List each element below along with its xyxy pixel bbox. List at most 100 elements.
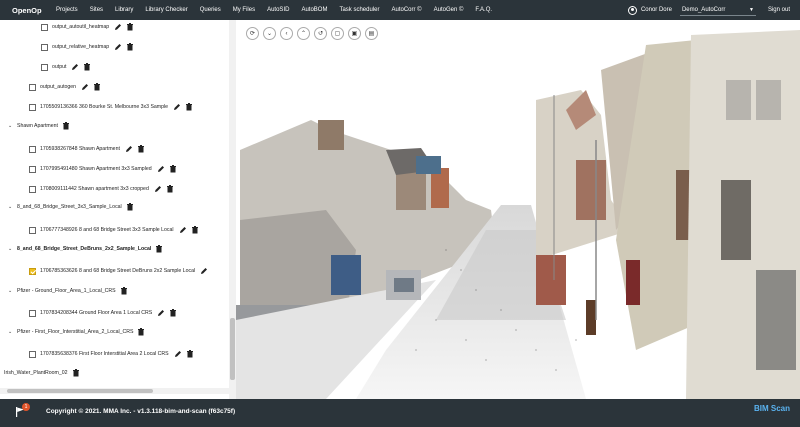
trash-icon[interactable]: [137, 145, 145, 153]
edit-icon[interactable]: [114, 23, 122, 31]
layers-icon[interactable]: ▣: [348, 27, 361, 40]
tree-group[interactable]: ⌄ 8_and_68_Bridge_Street_3x3_Sample_Loca…: [8, 202, 134, 212]
tree-item[interactable]: output: [41, 62, 91, 72]
caret-down-icon: ▼: [749, 6, 754, 13]
nav-my-files[interactable]: My Files: [233, 7, 255, 13]
checkbox[interactable]: [41, 63, 48, 71]
footer: 1 Copyright © 2021. MMA Inc. - v1.3.118-…: [0, 399, 800, 427]
checkbox[interactable]: [29, 350, 36, 358]
tree-group[interactable]: ⌄ Shawn Apartment: [8, 121, 70, 131]
tree-group-label: 8_and_68_Bridge_Street_DeBruns_2x2_Sampl…: [17, 246, 152, 252]
chevron-down-icon[interactable]: ⌄: [8, 329, 14, 335]
checkbox[interactable]: [29, 83, 36, 91]
square-icon[interactable]: ▢: [331, 27, 344, 40]
edit-icon[interactable]: [200, 267, 208, 275]
nav-sites[interactable]: Sites: [90, 7, 103, 13]
tree-item[interactable]: output_autogen: [29, 82, 101, 92]
tree-item[interactable]: 1705938267848 Shawn Apartment: [29, 144, 145, 154]
edit-icon[interactable]: [81, 83, 89, 91]
tree-item[interactable]: 1705509136366 360 Bourke St. Melbourne 3…: [29, 102, 193, 112]
edit-icon[interactable]: [174, 350, 182, 358]
tree-item[interactable]: 1707834208344 Ground Floor Area 1 Local …: [29, 308, 177, 318]
nav-library[interactable]: Library: [115, 7, 133, 13]
edit-icon[interactable]: [173, 103, 181, 111]
trash-icon[interactable]: [126, 203, 134, 211]
tree-group-label: Pfizer - First_Floor_Interstitial_Area_2…: [17, 329, 134, 335]
nav-faq[interactable]: F.A.Q.: [475, 7, 492, 13]
edit-icon[interactable]: [154, 185, 162, 193]
tree-item[interactable]: 1707995491480 Shawn Apartment 3x3 Sample…: [29, 164, 177, 174]
trash-icon[interactable]: [120, 287, 128, 295]
chevron-down-icon[interactable]: ⌄: [8, 123, 14, 129]
trash-icon[interactable]: [72, 369, 80, 377]
reset-view-icon[interactable]: ⟳: [246, 27, 259, 40]
trash-icon[interactable]: [191, 226, 199, 234]
tree-item[interactable]: output_relative_heatmap: [41, 42, 134, 52]
checkbox[interactable]: [29, 185, 36, 193]
nav-library-checker[interactable]: Library Checker: [145, 7, 187, 13]
tree-item[interactable]: 1706777348926 8 and 68 Bridge Street 3x3…: [29, 225, 199, 235]
chevron-down-icon[interactable]: ⌄: [8, 246, 14, 252]
chevron-up-icon[interactable]: ⌃: [297, 27, 310, 40]
trash-icon[interactable]: [62, 122, 70, 130]
nav-task-scheduler[interactable]: Task scheduler: [339, 7, 379, 13]
edit-icon[interactable]: [157, 309, 165, 317]
checkbox[interactable]: [29, 145, 36, 153]
checkbox[interactable]: [29, 226, 36, 234]
trash-icon[interactable]: [166, 185, 174, 193]
notification-badge: 1: [22, 403, 30, 411]
tree-item-selected[interactable]: 1706785363626 8 and 68 Bridge Street DeB…: [29, 266, 208, 276]
trash-icon[interactable]: [186, 350, 194, 358]
signout-link[interactable]: Sign out: [768, 7, 790, 13]
trash-icon[interactable]: [169, 309, 177, 317]
trash-icon[interactable]: [93, 83, 101, 91]
history-icon[interactable]: ↺: [314, 27, 327, 40]
trash-icon[interactable]: [126, 23, 134, 31]
checkbox-checked[interactable]: [29, 267, 36, 275]
edit-icon[interactable]: [71, 63, 79, 71]
tree-item-label: 1707834208344 Ground Floor Area 1 Local …: [40, 310, 153, 316]
edit-icon[interactable]: [179, 226, 187, 234]
scroll-thumb[interactable]: [7, 389, 153, 393]
tree-item-label: output_autogen: [40, 84, 77, 90]
trash-icon[interactable]: [169, 165, 177, 173]
checkbox[interactable]: [41, 43, 48, 51]
trash-icon[interactable]: [137, 328, 145, 336]
checkbox[interactable]: [41, 23, 48, 31]
point-cloud-viewer[interactable]: ⟳ ⌄ ‹ ⌃ ↺ ▢ ▣ ▤: [236, 20, 800, 399]
checkbox[interactable]: [29, 309, 36, 317]
tree-item[interactable]: 1707835638376 First Floor Interstitial A…: [29, 349, 194, 359]
edit-icon[interactable]: [125, 145, 133, 153]
checkbox[interactable]: [29, 103, 36, 111]
trash-icon[interactable]: [155, 245, 163, 253]
trash-icon[interactable]: [83, 63, 91, 71]
tree-group[interactable]: ⌄ 8_and_68_Bridge_Street_DeBruns_2x2_Sam…: [8, 244, 163, 254]
nav-autogen[interactable]: AutoGen ©: [434, 7, 464, 13]
vertical-scrollbar[interactable]: [229, 20, 236, 399]
nav-queries[interactable]: Queries: [200, 7, 221, 13]
map-icon[interactable]: ▤: [365, 27, 378, 40]
chevron-down-icon[interactable]: ⌄: [8, 204, 14, 210]
tree-group[interactable]: ⌄ Pfizer - First_Floor_Interstitial_Area…: [8, 327, 145, 337]
horizontal-scrollbar[interactable]: [0, 388, 229, 394]
edit-icon[interactable]: [157, 165, 165, 173]
trash-icon[interactable]: [185, 103, 193, 111]
tree-group[interactable]: ⌄ Pfizer - Ground_Floor_Area_1_Local_CRS: [8, 286, 128, 296]
project-select[interactable]: Demo_AutoCorr ▼: [679, 4, 756, 16]
chevron-down-icon[interactable]: ⌄: [263, 27, 276, 40]
tree-item[interactable]: output_autoutil_heatmap: [41, 22, 134, 32]
brand-logo[interactable]: OpenOp: [12, 6, 56, 15]
nav-autobom[interactable]: AutoBOM: [301, 7, 327, 13]
trash-icon[interactable]: [126, 43, 134, 51]
nav-autosid[interactable]: AutoSID: [267, 7, 289, 13]
chevron-left-icon[interactable]: ‹: [280, 27, 293, 40]
user-name[interactable]: Conor Dore: [641, 7, 672, 13]
checkbox[interactable]: [29, 165, 36, 173]
tree-item[interactable]: 1708009111442 Shawn apartment 3x3 croppe…: [29, 184, 174, 194]
nav-autocorr[interactable]: AutoCorr ©: [392, 7, 422, 13]
scroll-thumb[interactable]: [230, 318, 235, 380]
chevron-down-icon[interactable]: ⌄: [8, 288, 14, 294]
edit-icon[interactable]: [114, 43, 122, 51]
nav-projects[interactable]: Projects: [56, 7, 78, 13]
tree-group[interactable]: Irish_Water_PlantRoom_02: [4, 368, 80, 378]
